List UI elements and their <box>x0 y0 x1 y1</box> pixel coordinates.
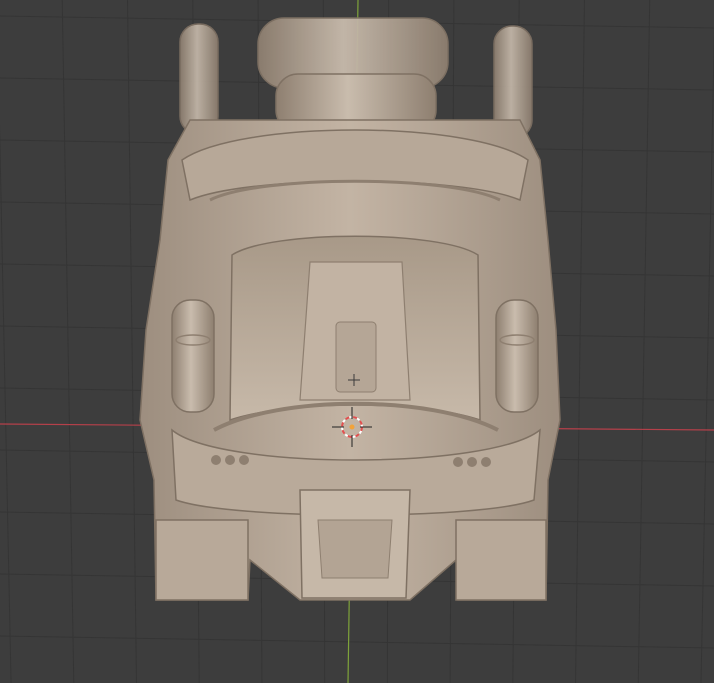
rear-pipe-left <box>179 23 219 135</box>
front-pod-right <box>455 519 547 601</box>
grid-line <box>0 635 714 649</box>
grid-line <box>61 0 75 683</box>
front-pod-left <box>155 519 249 601</box>
hood-vent <box>335 321 377 393</box>
grid-line <box>637 0 651 683</box>
grid-line <box>0 123 12 683</box>
headlights-right <box>453 457 491 467</box>
grid-line <box>575 0 585 683</box>
grid-line <box>127 0 137 683</box>
grid-line <box>700 25 714 683</box>
headlights-left <box>211 455 249 465</box>
barrel-left <box>171 299 215 413</box>
nose-plate <box>317 519 393 579</box>
3d-viewport[interactable] <box>0 0 714 683</box>
vehicle-model[interactable] <box>139 17 561 601</box>
barrel-right <box>495 299 539 413</box>
viewport-canvas[interactable] <box>0 0 714 683</box>
